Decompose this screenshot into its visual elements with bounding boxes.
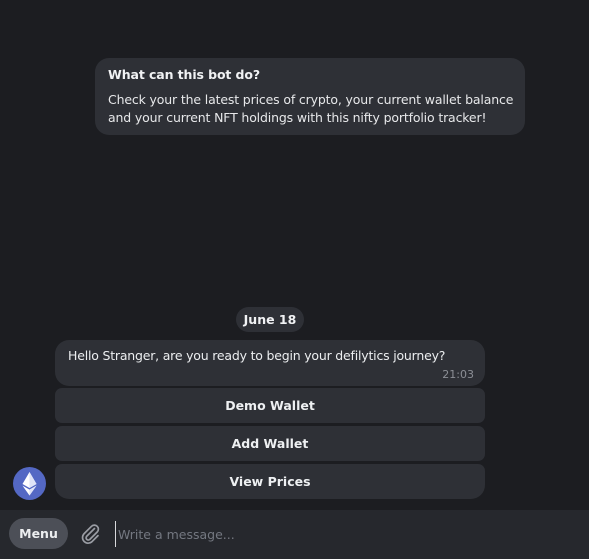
message-text: Hello Stranger, are you ready to begin y… xyxy=(68,348,446,363)
bot-message: Hello Stranger, are you ready to begin y… xyxy=(55,340,485,386)
bot-info-title: What can this bot do? xyxy=(108,67,261,82)
paperclip-icon[interactable] xyxy=(78,522,102,546)
message-time: 21:03 xyxy=(442,368,474,381)
demo-wallet-button[interactable]: Demo Wallet xyxy=(55,388,485,423)
menu-button[interactable]: Menu xyxy=(9,518,68,549)
message-input[interactable] xyxy=(115,521,558,547)
bot-info-description: Check your the latest prices of crypto, … xyxy=(108,91,514,127)
date-separator: June 18 xyxy=(236,307,304,332)
bot-info-description-line: and your current NFT holdings with this … xyxy=(108,110,487,125)
avatar[interactable] xyxy=(13,467,46,500)
add-wallet-button[interactable]: Add Wallet xyxy=(55,426,485,461)
bot-info-card: What can this bot do? Check your the lat… xyxy=(95,58,525,135)
ethereum-icon xyxy=(22,472,37,496)
composer-bar: Menu xyxy=(0,510,589,559)
bot-info-description-line: Check your the latest prices of crypto, … xyxy=(108,92,514,107)
view-prices-button[interactable]: View Prices xyxy=(55,464,485,499)
